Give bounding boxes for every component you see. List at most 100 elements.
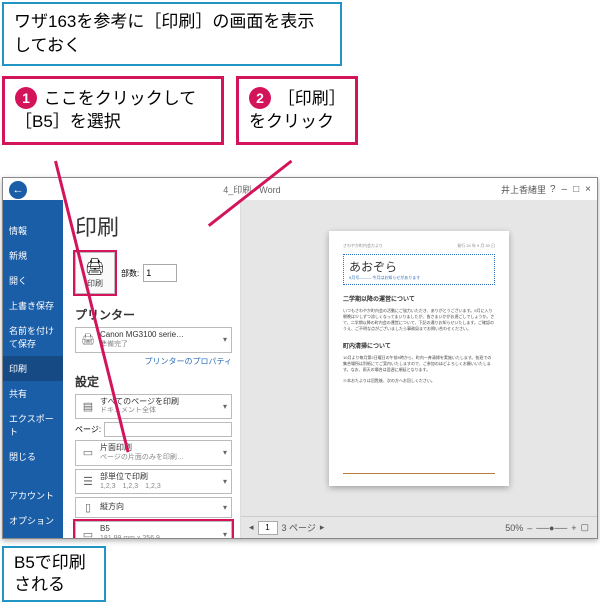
orient-main: 縦方向	[100, 502, 124, 511]
callout-1: 1 ここをクリックして［B5］を選択	[2, 76, 224, 146]
window-controls: ? – □ ×	[550, 184, 591, 195]
preview-divider	[343, 473, 495, 474]
help-icon[interactable]: ?	[550, 184, 556, 195]
preview-footnote: ※本おたよりは回覧後、次の方へお回しください。	[343, 378, 495, 384]
sides-sub: ページの片面のみを印刷…	[100, 454, 184, 461]
printer-section-heading: プリンター	[75, 306, 232, 323]
sidebar-item-close[interactable]: 閉じる	[3, 444, 63, 469]
sidebar-item-save[interactable]: 上書き保存	[3, 293, 63, 318]
app-body: 情報 新規 開く 上書き保存 名前を付けて保存 印刷 共有 エクスポート 閉じる…	[3, 200, 597, 538]
sidebar-item-saveas[interactable]: 名前を付けて保存	[3, 318, 63, 356]
chevron-down-icon: ▾	[223, 335, 227, 344]
close-icon[interactable]: ×	[585, 184, 591, 195]
printer-name: Canon MG3100 serie…	[100, 330, 184, 339]
chevron-down-icon: ▾	[223, 477, 227, 486]
backstage-sidebar: 情報 新規 開く 上書き保存 名前を付けて保存 印刷 共有 エクスポート 閉じる…	[3, 200, 63, 538]
preview-body-h1: 二学期以降の運営について	[343, 294, 495, 303]
callout-1-text: ここをクリックして［B5］を選択	[15, 89, 196, 132]
title-bar: ← 4_印刷 - Word 井上香緒里 ? – □ ×	[3, 178, 597, 200]
back-button[interactable]: ←	[9, 181, 27, 199]
preview-hdr-right: 発行 24 年 9 月 30 日	[457, 243, 495, 249]
preview-banner-sub: 9月号――― 今月はお知らせがあります	[349, 275, 489, 281]
paper-main: B5	[100, 524, 110, 533]
page-total: 3 ページ	[282, 521, 316, 534]
result-text: B5で印刷される	[14, 553, 86, 594]
sides-dropdown[interactable]: ▭ 片面印刷 ページの片面のみを印刷… ▾	[75, 440, 232, 466]
printer-status: 準備完了	[100, 341, 128, 348]
zoom-controls: 50% – ──●── + ▢	[505, 522, 589, 533]
zoom-value: 50%	[505, 523, 523, 533]
page-range-label: ページ:	[75, 424, 101, 435]
print-scope-dropdown[interactable]: ▤ すべてのページを印刷 ドキュメント全体 ▾	[75, 394, 232, 420]
zoom-out-icon[interactable]: –	[527, 523, 532, 533]
sidebar-item-open[interactable]: 開く	[3, 268, 63, 293]
next-page-icon[interactable]: ▸	[320, 522, 325, 533]
preview-header-row: さわやか町内会だより 発行 24 年 9 月 30 日	[343, 243, 495, 249]
printer-icon: 🖨	[85, 257, 105, 277]
copies-input[interactable]	[143, 264, 177, 282]
collate-dropdown[interactable]: ☰ 部単位で印刷 1,2,3 1,2,3 1,2,3 ▾	[75, 469, 232, 495]
sidebar-item-info[interactable]: 情報	[3, 218, 63, 243]
preview-para2: 10月より毎月第2日曜日の午前9時から、町内一斉清掃を実施いたします。各班での集…	[343, 355, 495, 373]
sidebar-item-options[interactable]: オプション	[3, 508, 63, 533]
copies-control: 部数:	[121, 264, 177, 282]
sidebar-item-share[interactable]: 共有	[3, 381, 63, 406]
printer-small-icon: 🖨	[80, 333, 96, 346]
paper-sub: 181.99 mm x 256.9…	[100, 535, 167, 538]
instruction-box: ワザ163を参考に［印刷］の画面を表示しておく	[2, 2, 342, 66]
preview-hdr-left: さわやか町内会だより	[343, 243, 383, 249]
chevron-down-icon: ▾	[223, 402, 227, 411]
preview-para1: いつもさわやか町内会の活動にご協力いただき、ありがとうございます。9月に入り朝晩…	[343, 308, 495, 332]
fit-page-icon[interactable]: ▢	[580, 522, 589, 533]
print-button-row: 🖨 印刷 部数:	[75, 252, 232, 294]
callout-1-number: 1	[15, 87, 37, 109]
print-button-label: 印刷	[87, 278, 103, 289]
collate-icon: ☰	[80, 475, 96, 488]
minimize-icon[interactable]: –	[562, 184, 568, 195]
instruction-text: ワザ163を参考に［印刷］の画面を表示しておく	[14, 12, 314, 55]
scope-main: すべてのページを印刷	[100, 397, 179, 406]
chevron-down-icon: ▾	[223, 448, 227, 457]
result-box: B5で印刷される	[2, 546, 106, 602]
zoom-slider[interactable]: ──●──	[536, 523, 567, 533]
preview-body-h2: 町内清掃について	[343, 341, 495, 350]
orientation-dropdown[interactable]: ▯ 縦方向 ▾	[75, 497, 232, 518]
back-arrow-icon: ←	[13, 184, 24, 196]
page-navigator: ◂ 3 ページ ▸	[249, 521, 324, 535]
page-range-row: ページ:	[75, 422, 232, 437]
prev-page-icon[interactable]: ◂	[249, 522, 254, 533]
callout-2-number: 2	[249, 87, 271, 109]
print-panel: 印刷 🖨 印刷 部数: プリンター 🖨 Canon MG3100 ser	[63, 200, 597, 538]
collate-sub: 1,2,3 1,2,3 1,2,3	[100, 483, 161, 490]
page-number-input[interactable]	[258, 521, 278, 535]
portrait-icon: ▯	[80, 501, 96, 514]
scope-sub: ドキュメント全体	[100, 407, 156, 414]
preview-page: さわやか町内会だより 発行 24 年 9 月 30 日 あおぞら 9月号――― …	[329, 231, 509, 486]
sidebar-item-print[interactable]: 印刷	[3, 356, 63, 381]
callout-2: 2 ［印刷］をクリック	[236, 76, 358, 146]
sidebar-item-export[interactable]: エクスポート	[3, 406, 63, 444]
print-settings-column: 印刷 🖨 印刷 部数: プリンター 🖨 Canon MG3100 ser	[63, 200, 241, 538]
collate-main: 部単位で印刷	[100, 472, 148, 481]
preview-banner: あおぞら 9月号――― 今月はお知らせがあります	[343, 254, 495, 285]
chevron-down-icon: ▾	[223, 530, 227, 538]
zoom-in-icon[interactable]: +	[571, 523, 576, 533]
onesided-icon: ▭	[80, 446, 96, 459]
paper-icon: ▭	[80, 528, 96, 538]
sidebar-item-account[interactable]: アカウント	[3, 483, 63, 508]
print-preview-area: さわやか町内会だより 発行 24 年 9 月 30 日 あおぞら 9月号――― …	[241, 200, 597, 538]
preview-footer: ◂ 3 ページ ▸ 50% – ──●── + ▢	[241, 516, 597, 538]
pages-icon: ▤	[80, 400, 96, 413]
user-name[interactable]: 井上香緒里	[501, 183, 546, 196]
sidebar-item-new[interactable]: 新規	[3, 243, 63, 268]
preview-banner-title: あおぞら	[349, 258, 489, 275]
settings-section-heading: 設定	[75, 373, 232, 390]
chevron-down-icon: ▾	[223, 503, 227, 512]
paper-size-dropdown[interactable]: ▭ B5 181.99 mm x 256.9… ▾	[75, 521, 232, 538]
copies-label: 部数:	[121, 268, 139, 279]
word-backstage-window: ← 4_印刷 - Word 井上香緒里 ? – □ × 情報 新規 開く 上書き…	[2, 177, 598, 539]
printer-properties-link[interactable]: プリンターのプロパティ	[75, 356, 232, 367]
maximize-icon[interactable]: □	[573, 184, 579, 195]
preview-page-wrap: さわやか町内会だより 発行 24 年 9 月 30 日 あおぞら 9月号――― …	[241, 200, 597, 516]
callouts-row: 1 ここをクリックして［B5］を選択 2 ［印刷］をクリック	[2, 76, 600, 146]
